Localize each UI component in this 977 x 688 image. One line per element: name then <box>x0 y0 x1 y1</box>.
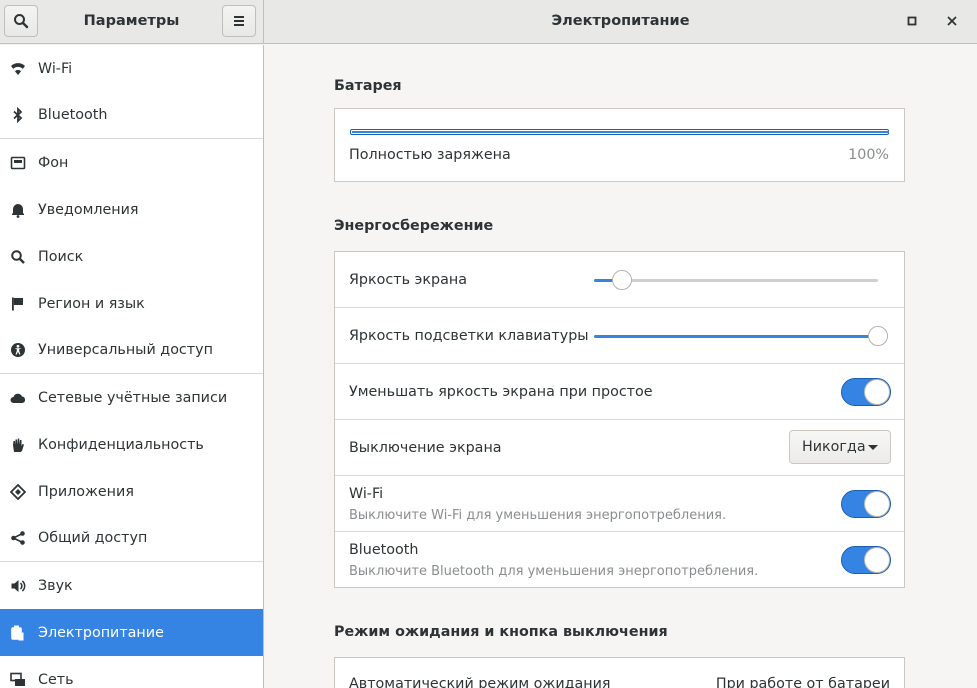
search-button[interactable] <box>4 5 38 37</box>
switch-knob <box>864 491 890 517</box>
suspend-frame: Автоматический режим ожидания При работе… <box>334 657 905 688</box>
battery-level-fill <box>352 131 889 133</box>
chevron-down-icon <box>868 445 878 450</box>
battery-level-bar <box>350 129 889 135</box>
sidebar-item-label: Конфиденциальность <box>38 436 204 453</box>
bluetooth-power-subtitle: Выключите Bluetooth для уменьшения энерг… <box>349 564 759 579</box>
sidebar-item-privacy[interactable]: Конфиденциальность <box>0 421 263 468</box>
sidebar-item-label: Приложения <box>38 483 134 500</box>
bell-icon <box>10 202 26 218</box>
sidebar-item-sound[interactable]: Звук <box>0 562 263 609</box>
wifi-power-row: Wi-Fi Выключите Wi-Fi для уменьшения эне… <box>335 476 904 532</box>
screen-brightness-label: Яркость экрана <box>349 272 467 288</box>
slider-thumb[interactable] <box>868 326 888 346</box>
sidebar-item-label: Поиск <box>38 248 84 265</box>
sidebar-item-label: Wi-Fi <box>38 60 73 77</box>
sidebar-item-accessibility[interactable]: Универсальный доступ <box>0 327 263 374</box>
cloud-icon <box>10 390 26 406</box>
wifi-icon <box>10 61 26 77</box>
menu-button[interactable] <box>222 5 256 37</box>
sidebar-item-label: Электропитание <box>38 624 164 641</box>
auto-suspend-value: При работе от батареи <box>715 676 890 688</box>
blank-screen-row: Выключение экрана Никогда <box>335 420 904 476</box>
search-icon <box>10 249 26 265</box>
wifi-power-subtitle: Выключите Wi-Fi для уменьшения энергопот… <box>349 508 727 523</box>
sidebar-item-label: Регион и язык <box>38 295 145 312</box>
battery-percent: 100% <box>848 147 889 163</box>
dim-screen-row: Уменьшать яркость экрана при простое <box>335 364 904 420</box>
battery-section-title: Батарея <box>334 78 402 94</box>
keyboard-brightness-row: Яркость подсветки клавиатуры <box>335 308 904 364</box>
sidebar-item-region[interactable]: Регион и язык <box>0 280 263 327</box>
sidebar-item-search[interactable]: Поиск <box>0 233 263 280</box>
sidebar-item-label: Фон <box>38 154 69 171</box>
page-title: Электропитание <box>551 13 690 29</box>
power-panel: Батарея Полностью заряжена 100% Энергосб… <box>264 45 977 688</box>
maximize-button[interactable] <box>903 12 921 30</box>
network-icon <box>10 672 26 688</box>
sidebar-item-background[interactable]: Фон <box>0 139 263 186</box>
battery-status: Полностью заряжена <box>349 147 511 163</box>
sidebar-item-sharing[interactable]: Общий доступ <box>0 515 263 562</box>
sidebar-item-online-accounts[interactable]: Сетевые учётные записи <box>0 374 263 421</box>
hamburger-menu-icon <box>234 16 244 26</box>
auto-suspend-row[interactable]: Автоматический режим ожидания При работе… <box>335 658 904 688</box>
close-icon <box>947 16 957 26</box>
sidebar-item-network[interactable]: Сеть <box>0 656 263 688</box>
dropdown-value: Никогда <box>802 439 866 455</box>
sidebar: Wi-Fi Bluetooth Фон Уведомления Поиск Ре… <box>0 45 264 688</box>
screen-brightness-slider[interactable] <box>594 270 878 290</box>
sidebar-header-bar: Параметры <box>0 0 264 44</box>
power-saving-section-title: Энергосбережение <box>334 218 494 234</box>
background-icon <box>10 155 26 171</box>
sidebar-item-wifi[interactable]: Wi-Fi <box>0 45 263 92</box>
battery-frame: Полностью заряжена 100% <box>334 108 905 182</box>
suspend-section-title: Режим ожидания и кнопка выключения <box>334 624 668 640</box>
sidebar-item-label: Сетевые учётные записи <box>38 389 228 406</box>
sidebar-title: Параметры <box>83 13 180 29</box>
keyboard-brightness-label: Яркость подсветки клавиатуры <box>349 328 589 344</box>
sidebar-item-label: Сеть <box>38 671 74 688</box>
bluetooth-icon <box>10 107 26 123</box>
sidebar-item-label: Bluetooth <box>38 107 108 123</box>
sidebar-item-label: Общий доступ <box>38 530 148 546</box>
sidebar-item-label: Универсальный доступ <box>38 342 213 358</box>
dim-screen-switch[interactable] <box>841 378 891 406</box>
bluetooth-power-row: Bluetooth Выключите Bluetooth для уменьш… <box>335 532 904 588</box>
switch-knob <box>864 547 890 573</box>
accessibility-icon <box>10 342 26 358</box>
switch-knob <box>864 379 890 405</box>
flag-icon <box>10 296 26 312</box>
bluetooth-power-switch[interactable] <box>841 546 891 574</box>
sidebar-item-applications[interactable]: Приложения <box>0 468 263 515</box>
sidebar-item-label: Уведомления <box>38 201 139 218</box>
slider-fill <box>594 335 878 338</box>
screen-brightness-row: Яркость экрана <box>335 252 904 308</box>
maximize-icon <box>907 16 917 26</box>
hand-icon <box>10 437 26 453</box>
wifi-power-switch[interactable] <box>841 490 891 518</box>
share-icon <box>10 530 26 546</box>
blank-screen-label: Выключение экрана <box>349 440 502 456</box>
power-saving-frame: Яркость экрана Яркость подсветки клавиат… <box>334 251 905 588</box>
bluetooth-power-label: Bluetooth <box>349 542 419 558</box>
dim-screen-label: Уменьшать яркость экрана при простое <box>349 384 653 400</box>
power-icon <box>10 625 26 641</box>
blank-screen-dropdown[interactable]: Никогда <box>789 430 891 464</box>
slider-thumb[interactable] <box>612 270 632 290</box>
sidebar-item-bluetooth[interactable]: Bluetooth <box>0 92 263 139</box>
auto-suspend-label: Автоматический режим ожидания <box>349 676 611 688</box>
apps-icon <box>10 483 26 500</box>
close-button[interactable] <box>943 12 961 30</box>
sidebar-item-power[interactable]: Электропитание <box>0 609 263 656</box>
wifi-power-label: Wi-Fi <box>349 486 384 502</box>
main-header-bar: Электропитание <box>264 0 977 44</box>
speaker-icon <box>10 578 26 594</box>
search-icon <box>14 14 29 29</box>
sidebar-item-notifications[interactable]: Уведомления <box>0 186 263 233</box>
sidebar-item-label: Звук <box>38 577 73 594</box>
keyboard-brightness-slider[interactable] <box>594 326 888 346</box>
